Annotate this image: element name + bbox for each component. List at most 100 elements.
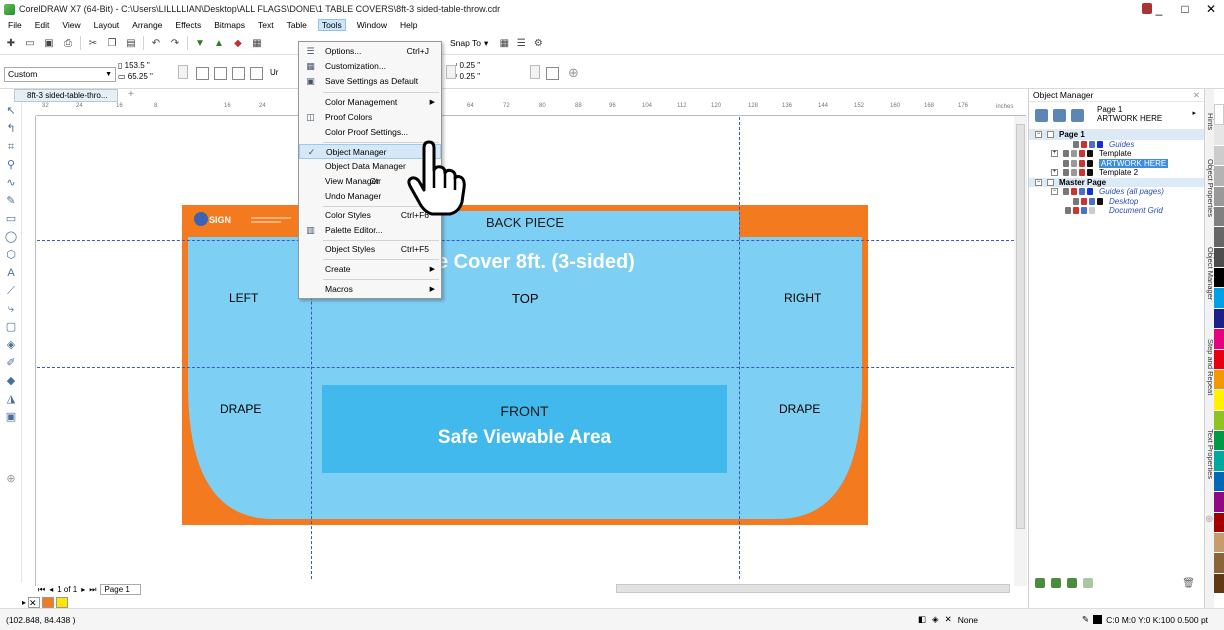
new-icon[interactable]: ✚	[4, 36, 18, 50]
freehand-tool-icon[interactable]: ∿	[4, 176, 18, 190]
menu-file[interactable]: File	[6, 20, 24, 30]
chevron-right-icon[interactable]: ▸	[1192, 109, 1196, 117]
palette-swatch[interactable]	[1214, 410, 1224, 431]
palette-swatch[interactable]	[1214, 227, 1224, 248]
palette-swatch[interactable]	[1214, 145, 1224, 167]
ellipse-tool-icon[interactable]: ◯	[4, 230, 18, 244]
new-master-layer-even-icon[interactable]	[1083, 578, 1093, 588]
tree-node-template2[interactable]: + Template 2	[1029, 168, 1205, 178]
nudge-spinner-2[interactable]	[530, 65, 540, 79]
palette-swatch[interactable]	[1214, 431, 1224, 452]
add-tool-icon[interactable]: ⊕	[4, 472, 18, 486]
vertical-scroll-thumb[interactable]	[1016, 124, 1025, 529]
menu-help[interactable]: Help	[398, 20, 419, 30]
palette-swatch[interactable]	[1214, 329, 1224, 350]
palette-swatch[interactable]	[1214, 288, 1224, 309]
redo-icon[interactable]: ↷	[168, 36, 182, 50]
palette-swatch[interactable]	[1214, 308, 1224, 330]
horizontal-guide[interactable]	[37, 240, 1014, 241]
collapse-icon[interactable]: −	[1051, 188, 1058, 195]
open-icon[interactable]: ▭	[23, 36, 37, 50]
palette-swatch[interactable]	[1214, 349, 1224, 370]
vertical-scrollbar[interactable]	[1014, 116, 1027, 586]
delete-icon[interactable]: 🗑	[1182, 578, 1195, 589]
menu-item-save-settings[interactable]: ▣ Save Settings as Default	[299, 74, 441, 89]
align-icon[interactable]: ☰	[514, 36, 528, 50]
menu-item-customization[interactable]: ▦ Customization...	[299, 59, 441, 74]
add-docker-icon[interactable]: ⊕	[1205, 514, 1213, 525]
palette-swatch[interactable]	[1214, 451, 1224, 472]
page-size-select[interactable]: Custom ▼	[4, 67, 116, 82]
menu-table[interactable]: Table	[285, 20, 309, 30]
menu-tools[interactable]: Tools	[317, 19, 346, 31]
grid-icon[interactable]: ▦	[497, 36, 511, 50]
palette-swatch[interactable]	[1214, 390, 1224, 411]
yellow-swatch[interactable]	[56, 596, 69, 608]
close-button[interactable]: ✕	[1204, 2, 1218, 16]
palette-swatch[interactable]	[1214, 166, 1224, 187]
outline-pen-icon[interactable]: ▣	[4, 410, 18, 424]
menu-arrange[interactable]: Arrange	[130, 20, 164, 30]
palette-swatch[interactable]	[1214, 206, 1224, 228]
menu-item-proof-colors[interactable]: ◫ Proof Colors	[299, 110, 441, 125]
new-tab-icon[interactable]: +	[128, 89, 134, 100]
document-tab[interactable]: 8ft-3 sided-table-thro...	[14, 89, 118, 102]
no-color-swatch[interactable]: ✕	[28, 596, 41, 608]
tree-node-desktop[interactable]: Desktop	[1029, 197, 1205, 207]
minimize-button[interactable]: _	[1152, 2, 1166, 16]
paste-icon[interactable]: ▤	[124, 36, 138, 50]
treat-as-filled-icon[interactable]	[546, 67, 559, 80]
page-tab[interactable]: Page 1	[100, 584, 141, 595]
print-icon[interactable]: ⎙	[61, 36, 75, 50]
palette-swatch[interactable]	[1214, 104, 1224, 126]
new-layer-icon[interactable]	[1035, 578, 1045, 588]
menu-window[interactable]: Window	[355, 20, 389, 30]
current-page-icon[interactable]	[250, 67, 263, 80]
palette-arrow-icon[interactable]: ▸	[22, 598, 26, 607]
layer-state-icons[interactable]	[1063, 188, 1093, 195]
palette-swatch[interactable]	[1214, 532, 1224, 554]
rectangle-tool-icon[interactable]: ▭	[4, 212, 18, 226]
palette-swatch[interactable]	[1214, 492, 1224, 513]
duplicate-distance-y[interactable]: ᶥ 0.25 "	[456, 72, 480, 81]
prev-page-icon[interactable]: ◂	[49, 585, 53, 594]
snap-to-dropdown[interactable]: Snap To ▾ ▦ ☰ ⚙	[450, 36, 545, 50]
smart-fill-icon[interactable]: ◮	[4, 392, 18, 406]
last-page-icon[interactable]: ⏭	[89, 585, 96, 595]
dimension-tool-icon[interactable]: ⟋	[4, 284, 18, 298]
horizontal-scroll-thumb[interactable]	[616, 584, 1010, 593]
layer-state-icons[interactable]	[1065, 207, 1095, 214]
palette-swatch[interactable]	[1214, 553, 1224, 574]
import-icon[interactable]: ▼	[193, 36, 207, 50]
tree-node-doc-grid[interactable]: Document Grid	[1029, 206, 1205, 216]
layer-state-icons[interactable]	[1063, 159, 1093, 167]
layer-manager-icon[interactable]	[1053, 109, 1066, 122]
menu-text[interactable]: Text	[256, 20, 276, 30]
drop-shadow-icon[interactable]: ▢	[4, 320, 18, 334]
layer-state-icons[interactable]	[1063, 169, 1093, 176]
page-width-field[interactable]: ▯ 153.5 "	[118, 61, 150, 70]
palette-swatch[interactable]	[1214, 125, 1224, 146]
copy-icon[interactable]: ❐	[105, 36, 119, 50]
edit-across-layers-icon[interactable]	[1071, 109, 1084, 122]
menu-item-options[interactable]: ☰ Options... Ctrl+J	[299, 44, 441, 59]
menu-item-color-proof-settings[interactable]: Color Proof Settings...	[299, 125, 441, 140]
tree-node-master[interactable]: − Master Page	[1029, 177, 1205, 187]
crop-tool-icon[interactable]: ⌗	[4, 140, 18, 154]
duplicate-distance-x[interactable]: ᶥ 0.25 "	[456, 61, 480, 70]
palette-swatch[interactable]	[1214, 247, 1224, 268]
menu-effects[interactable]: Effects	[173, 20, 203, 30]
menu-item-color-management[interactable]: Color Management ▶	[299, 95, 441, 110]
collapse-icon[interactable]: −	[1035, 131, 1042, 138]
options-icon[interactable]: ⚙	[531, 36, 545, 50]
palette-swatch[interactable]	[1214, 512, 1224, 533]
tree-node-guides[interactable]: Guides	[1029, 140, 1205, 150]
horizontal-guide[interactable]	[37, 367, 1014, 368]
transparency-icon[interactable]: ◈	[4, 338, 18, 352]
menu-item-create[interactable]: Create ▶	[299, 262, 441, 277]
menu-edit[interactable]: Edit	[33, 20, 52, 30]
drawing-canvas[interactable]: SIGN BACK PIECE e Cover 8ft. (3-sided) L…	[37, 117, 1014, 579]
all-pages-icon[interactable]	[232, 67, 245, 80]
save-icon[interactable]: ▣	[42, 36, 56, 50]
zoom-tool-icon[interactable]: ⚲	[4, 158, 18, 172]
